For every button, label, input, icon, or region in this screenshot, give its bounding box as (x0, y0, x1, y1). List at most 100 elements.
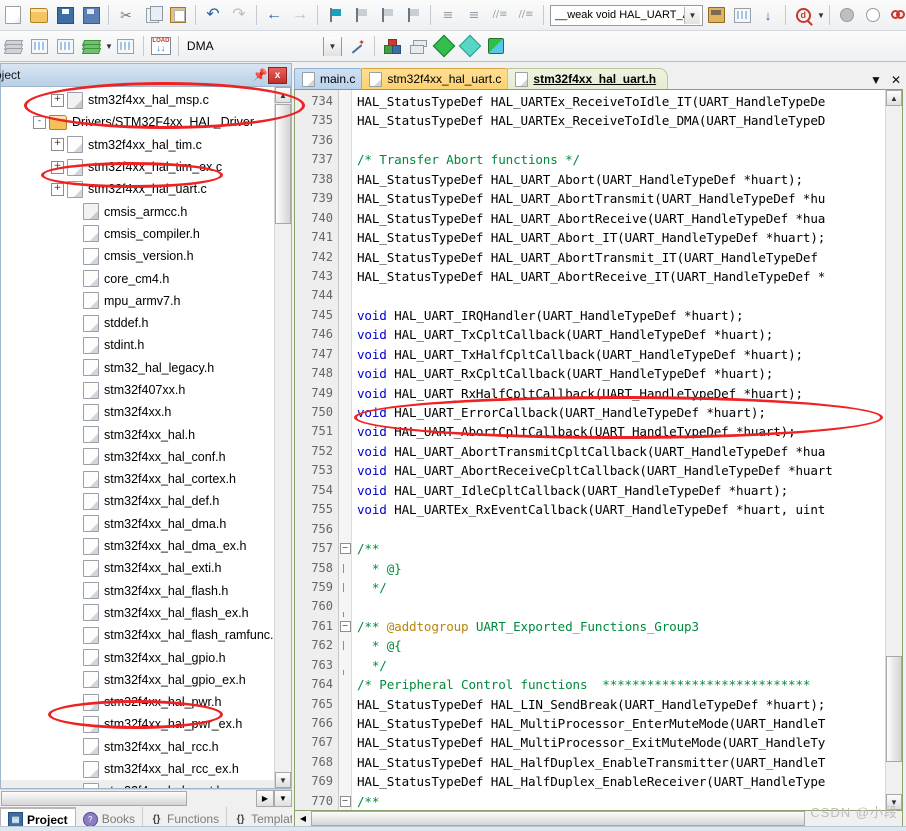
navigate-forward-icon[interactable]: → (288, 3, 312, 27)
manage-project-items-icon[interactable]: ✦ (345, 34, 369, 58)
tree-item[interactable]: cmsis_version.h (1, 245, 274, 267)
code-editor[interactable]: 734 735 736 737 738 739 740 741 742 743 744 745 746 7… (294, 89, 903, 811)
tree-item[interactable]: mpu_armv7.h (1, 290, 274, 312)
fold-toggle-icon[interactable]: − (339, 539, 351, 558)
tree-item[interactable]: stm32f4xx.h (1, 401, 274, 423)
bookmark-link-icon[interactable] (887, 3, 906, 27)
toggle-bookmark-icon[interactable] (323, 3, 347, 27)
expand-icon[interactable]: + (51, 160, 64, 174)
rebuild-icon[interactable] (79, 34, 103, 58)
tree-scroll-up-button[interactable]: ▲ (275, 87, 291, 103)
tree-item[interactable]: stm32f4xx_hal_pwr_ex.h (1, 713, 274, 735)
tree-item[interactable]: + stm32f4xx_hal_tim_ex.c (1, 156, 274, 178)
build-target-icon[interactable] (53, 34, 77, 58)
pin-icon[interactable]: 📌 (252, 67, 268, 83)
tree-item[interactable]: stdint.h (1, 334, 274, 356)
function-navigator-combo[interactable]: __weak void HAL_UART_A ▼ (550, 4, 703, 26)
tree-item[interactable]: stm32f4xx_hal_flash_ex.h (1, 602, 274, 624)
expand-icon[interactable]: + (51, 93, 64, 107)
components-icon[interactable] (380, 34, 404, 58)
clear-bookmarks-icon[interactable] (401, 3, 425, 27)
tree-item[interactable]: + stm32f4xx_hal_msp.c (1, 89, 274, 111)
tree-horizontal-scrollbar[interactable]: ▶ ▼ (0, 789, 292, 807)
editor-scroll-thumb[interactable] (886, 656, 902, 762)
chevron-down-icon[interactable]: ▼ (817, 11, 825, 20)
paste-icon[interactable] (166, 3, 190, 27)
filter-icon[interactable] (458, 34, 482, 58)
expand-icon[interactable]: + (51, 138, 64, 152)
tree-item[interactable]: stm32f4xx_hal_flash.h (1, 580, 274, 602)
editor-scroll-up-button[interactable]: ▲ (886, 90, 902, 106)
insert-snippet-icon[interactable] (704, 3, 728, 27)
cut-icon[interactable]: ✂ (114, 3, 138, 27)
redo-icon[interactable]: ↷ (227, 3, 251, 27)
project-tree[interactable]: + stm32f4xx_hal_msp.c - Drivers/STM32F4xx_H… (1, 87, 274, 788)
navigate-back-icon[interactable]: ← (262, 3, 286, 27)
code-text[interactable]: HAL_StatusTypeDef HAL_UARTEx_ReceiveToId… (352, 90, 885, 810)
editor-hscroll-thumb[interactable] (311, 811, 805, 826)
tree-item[interactable]: - Drivers/STM32F4xx_HAL_Driver (1, 111, 274, 133)
save-icon[interactable] (53, 3, 77, 27)
chevron-down-icon[interactable]: ▼ (870, 73, 882, 87)
download-icon[interactable] (730, 3, 754, 27)
windows-icon[interactable] (406, 34, 430, 58)
tree-item[interactable]: stm32f4xx_hal_exti.h (1, 557, 274, 579)
tree-item[interactable]: stm32f4xx_hal_dma.h (1, 513, 274, 535)
tree-scroll-down-button[interactable]: ▼ (275, 772, 291, 788)
tree-item[interactable]: cmsis_compiler.h (1, 223, 274, 245)
expand-icon[interactable]: + (51, 182, 64, 196)
tree-item[interactable]: stddef.h (1, 312, 274, 334)
chevron-down-icon[interactable]: ▼ (105, 42, 113, 51)
tree-item[interactable]: stm32_hal_legacy.h (1, 357, 274, 379)
tree-vertical-scrollbar[interactable]: ▲ ▼ (274, 87, 291, 788)
target-select-combo[interactable]: DMA ▼ (183, 36, 344, 56)
binoculars-icon[interactable]: ↓ (756, 3, 780, 27)
fold-toggle-icon[interactable]: − (339, 792, 351, 810)
next-bookmark-icon[interactable] (375, 3, 399, 27)
tree-item[interactable]: stm32f4xx_hal_pwr.h (1, 691, 274, 713)
tree-item[interactable]: stm32f4xx_hal_rcc_ex.h (1, 758, 274, 780)
tree-item[interactable]: stm32f4xx_hal_dma_ex.h (1, 535, 274, 557)
editor-scroll-down-button[interactable]: ▼ (886, 794, 902, 810)
copy-icon[interactable] (140, 3, 164, 27)
tree-item[interactable]: stm32f4xx_hal_uart.h (1, 780, 274, 788)
chevron-down-icon[interactable]: ▼ (684, 6, 700, 24)
editor-hscroll-left-button[interactable]: ◀ (295, 811, 311, 826)
save-all-icon[interactable] (79, 3, 103, 27)
tree-item[interactable]: stm32f4xx_hal_gpio.h (1, 646, 274, 668)
find-in-files-icon[interactable]: d (791, 3, 815, 27)
tree-item[interactable]: stm32f4xx_hal_rcc.h (1, 736, 274, 758)
new-file-icon[interactable] (1, 3, 25, 27)
translate-icon[interactable] (27, 34, 51, 58)
load-icon[interactable]: LOAD ↓↓ (149, 34, 173, 58)
close-icon[interactable]: ✕ (891, 73, 901, 87)
tree-item[interactable]: cmsis_armcc.h (1, 200, 274, 222)
editor-vertical-scrollbar[interactable]: ▲ ▼ (885, 90, 902, 810)
tree-item[interactable]: stm32f4xx_hal_conf.h (1, 446, 274, 468)
chevron-down-icon[interactable]: ▼ (322, 36, 342, 56)
tree-item[interactable]: stm32f4xx_hal_def.h (1, 490, 274, 512)
previous-bookmark-icon[interactable] (349, 3, 373, 27)
tree-hscroll-right-button[interactable]: ▶ (256, 790, 274, 807)
close-icon[interactable]: x (268, 66, 287, 84)
code-folding-column[interactable]: −−−− (339, 90, 352, 810)
comment-icon[interactable]: //≡ (488, 3, 512, 27)
fold-toggle-icon[interactable]: − (339, 617, 351, 636)
open-file-icon[interactable] (27, 3, 51, 27)
batch-build-icon[interactable] (114, 34, 138, 58)
configuration-wizard-icon[interactable] (432, 34, 456, 58)
tree-item[interactable]: stm32f4xx_hal.h (1, 423, 274, 445)
breakpoint-empty-icon[interactable] (861, 3, 885, 27)
editor-horizontal-scrollbar[interactable]: ◀ (294, 811, 903, 827)
tree-hscroll-dropdown-button[interactable]: ▼ (274, 790, 292, 807)
tree-hscroll-thumb[interactable] (1, 791, 187, 806)
uncomment-icon[interactable]: //≡ (514, 3, 538, 27)
breakpoint-disabled-icon[interactable] (835, 3, 859, 27)
editor-tab-main-c[interactable]: main.c (294, 68, 368, 89)
outdent-icon[interactable]: ≡ (462, 3, 486, 27)
collapse-icon[interactable]: - (33, 115, 46, 129)
pack-installer-icon[interactable] (484, 34, 508, 58)
indent-icon[interactable]: ≡ (436, 3, 460, 27)
tree-item[interactable]: + stm32f4xx_hal_uart.c (1, 178, 274, 200)
tree-item[interactable]: + stm32f4xx_hal_tim.c (1, 134, 274, 156)
